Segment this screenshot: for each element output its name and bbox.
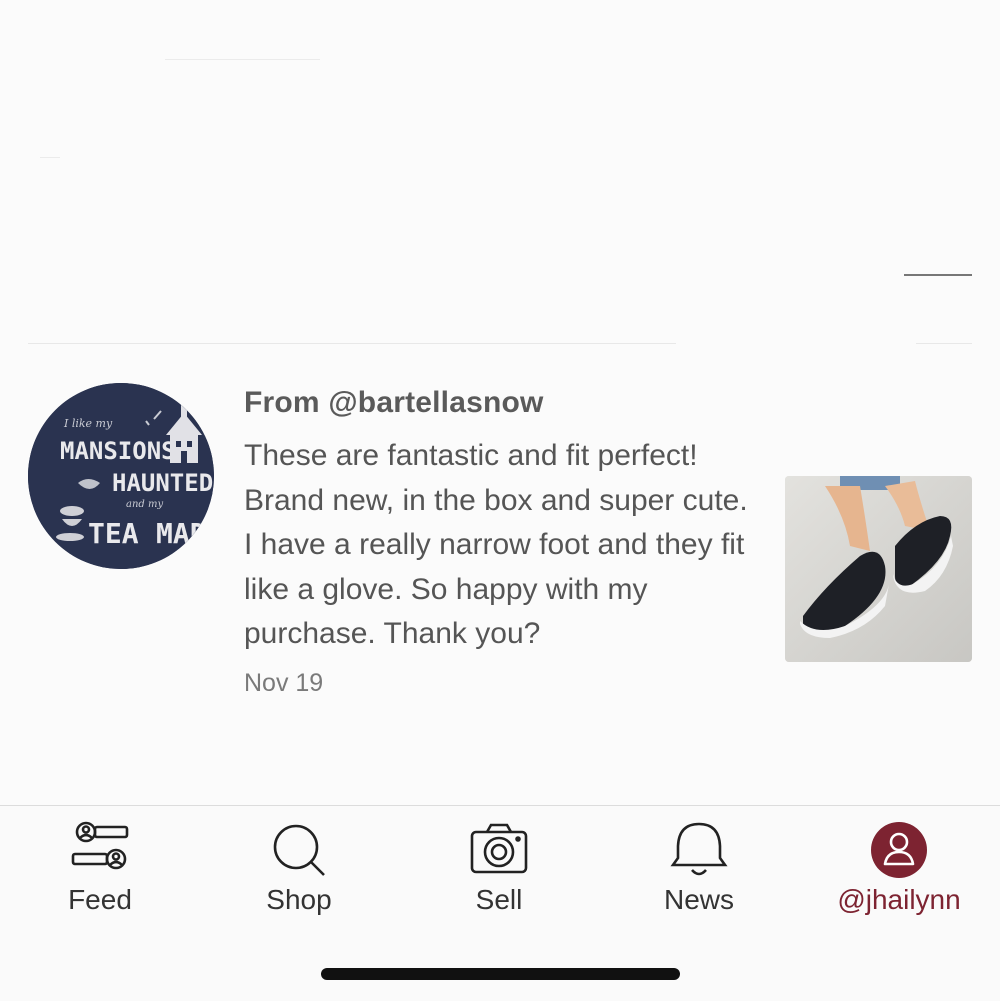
- avatar-text: HAUNTED: [112, 469, 213, 497]
- tab-profile[interactable]: @jhailynn: [799, 806, 999, 936]
- tab-label: News: [663, 884, 734, 915]
- screen: I like my MANSIONS HAUNTED and my TEA MA…: [0, 0, 1000, 1001]
- list-divider: [916, 343, 972, 344]
- tab-feed[interactable]: Feed: [0, 806, 200, 936]
- avatar-text: TEA: [88, 517, 139, 550]
- edge-line: [904, 274, 972, 276]
- feed-icon: [68, 818, 132, 882]
- list-divider: [28, 343, 676, 344]
- tab-label: Feed: [68, 884, 132, 915]
- review-from[interactable]: From @bartellasnow: [244, 381, 764, 425]
- home-indicator[interactable]: [321, 968, 680, 980]
- avatar-text: I like my: [63, 417, 113, 430]
- faint-line: [165, 59, 320, 60]
- tab-sell[interactable]: Sell: [399, 806, 599, 936]
- tab-label: Sell: [475, 884, 523, 915]
- review-content[interactable]: From @bartellasnow These are fantastic a…: [244, 381, 764, 698]
- review-date: Nov 19: [244, 668, 324, 697]
- search-icon: [267, 818, 331, 882]
- avatar-text: MAD: [156, 517, 207, 550]
- tab-label: @jhailynn: [837, 884, 961, 915]
- avatar-text: MANSIONS: [60, 437, 176, 465]
- tab-label: Shop: [266, 884, 332, 915]
- product-image: [785, 476, 972, 662]
- tab-news[interactable]: News: [599, 806, 799, 936]
- bell-icon: [667, 818, 731, 882]
- tab-shop[interactable]: Shop: [199, 806, 399, 936]
- avatar-graphic: I like my MANSIONS HAUNTED and my TEA MA…: [28, 383, 214, 569]
- camera-icon: [467, 818, 531, 882]
- reviewer-avatar[interactable]: I like my MANSIONS HAUNTED and my TEA MA…: [28, 383, 214, 569]
- review-text: These are fantastic and fit perfect! Bra…: [244, 439, 748, 650]
- avatar-text: and my: [126, 499, 163, 510]
- faint-line: [40, 157, 60, 158]
- profile-icon: [867, 818, 931, 882]
- product-thumbnail[interactable]: [785, 476, 972, 662]
